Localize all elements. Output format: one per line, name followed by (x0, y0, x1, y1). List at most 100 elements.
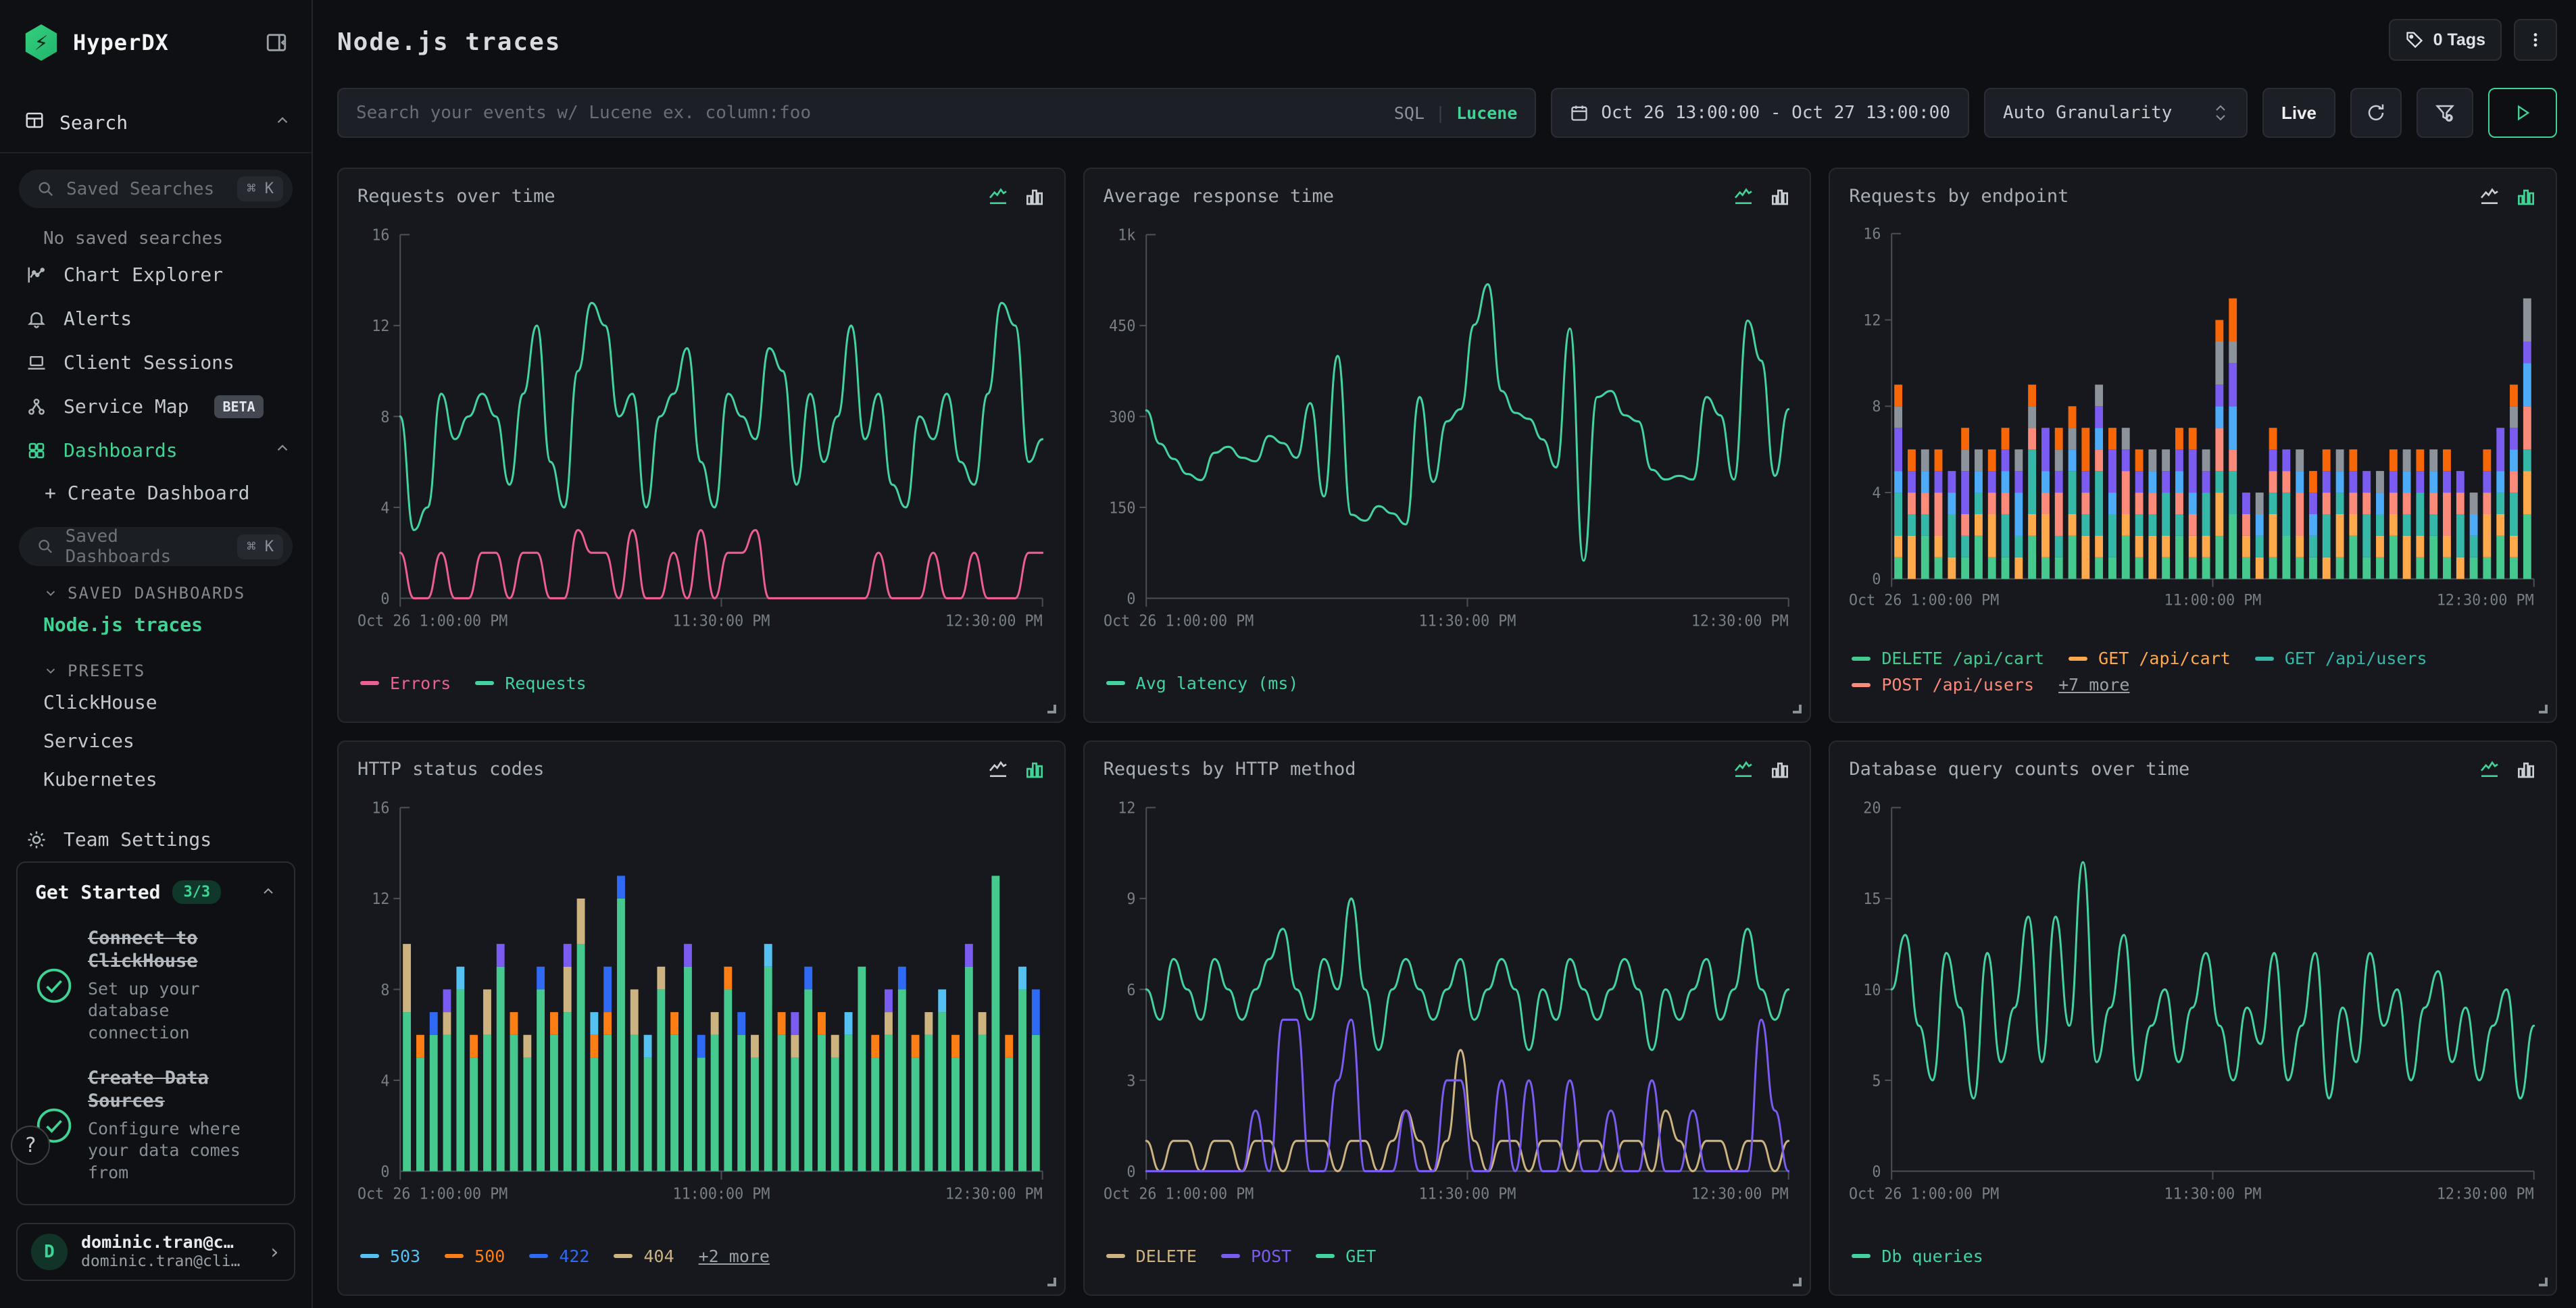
live-button[interactable]: Live (2262, 88, 2335, 138)
event-search-input[interactable]: Search your events w/ Lucene ex. column:… (337, 88, 1536, 138)
saved-searches-input[interactable]: Saved Searches ⌘ K (19, 170, 293, 208)
svg-text:12:30:00 PM: 12:30:00 PM (945, 1185, 1043, 1203)
gear-icon (26, 830, 47, 850)
collapse-sidebar-icon[interactable] (262, 28, 291, 57)
sidebar-item-clickhouse[interactable]: ClickHouse (0, 683, 312, 722)
svg-text:4: 4 (380, 1072, 389, 1090)
chevron-up-icon[interactable] (260, 883, 276, 902)
sidebar-item-service-map[interactable]: Service Map BETA (0, 384, 312, 428)
legend-label: 404 (643, 1247, 674, 1266)
legend-item[interactable]: DELETE /api/cart (1852, 649, 2044, 668)
line-chart-icon[interactable] (2479, 185, 2500, 207)
resize-handle[interactable] (1047, 705, 1056, 713)
refresh-button[interactable] (2350, 88, 2402, 138)
legend-label: Db queries (1881, 1247, 1983, 1266)
run-query-button[interactable] (2488, 88, 2557, 138)
bar-chart-icon[interactable] (2515, 758, 2537, 780)
bar-chart-icon[interactable] (1769, 185, 1791, 207)
line-chart-icon[interactable] (2479, 758, 2500, 780)
svg-text:Oct 26 1:00:00 PM: Oct 26 1:00:00 PM (1104, 612, 1254, 630)
line-chart-icon[interactable] (987, 185, 1009, 207)
svg-text:11:00:00 PM: 11:00:00 PM (673, 1185, 770, 1203)
legend-item[interactable]: GET /api/cart (2069, 649, 2231, 668)
legend-more-link[interactable]: +7 more (2058, 675, 2129, 695)
svg-text:12:30:00 PM: 12:30:00 PM (1691, 1185, 1789, 1203)
granularity-select[interactable]: Auto Granularity (1984, 88, 2248, 138)
chart-title: Requests by endpoint (1849, 186, 2069, 207)
sidebar-item-dashboards[interactable]: Dashboards (0, 428, 312, 472)
resize-handle[interactable] (2539, 705, 2548, 713)
sidebar-item-team-settings[interactable]: Team Settings (0, 818, 312, 861)
sidebar-item-alerts[interactable]: Alerts (0, 297, 312, 341)
svg-text:12:30:00 PM: 12:30:00 PM (945, 612, 1043, 630)
date-range-picker[interactable]: Oct 26 13:00:00 - Oct 27 13:00:00 (1551, 88, 1969, 138)
sidebar-item-search[interactable]: Search (0, 104, 312, 141)
user-menu[interactable]: D dominic.tran@c… dominic.tran@cli… › (16, 1223, 295, 1281)
legend-item[interactable]: 500 (445, 1247, 505, 1266)
legend-item[interactable]: Requests (475, 674, 586, 693)
svg-text:11:30:00 PM: 11:30:00 PM (673, 612, 770, 630)
legend-item[interactable]: DELETE (1106, 1247, 1197, 1266)
help-button[interactable]: ? (11, 1126, 50, 1165)
team-settings-label: Team Settings (64, 828, 212, 851)
legend-item[interactable]: Avg latency (ms) (1106, 674, 1299, 693)
resize-handle[interactable] (2539, 1278, 2548, 1286)
bar-chart-icon[interactable] (1024, 185, 1045, 207)
svg-text:Oct 26 1:00:00 PM: Oct 26 1:00:00 PM (357, 1185, 507, 1203)
chevron-up-icon[interactable] (274, 111, 291, 134)
filter-button[interactable] (2417, 88, 2473, 138)
resize-handle[interactable] (1793, 1278, 1802, 1286)
presets-section-header[interactable]: PRESETS (0, 644, 312, 683)
chevron-up-icon[interactable] (274, 439, 291, 461)
line-chart-icon[interactable] (1733, 758, 1754, 780)
resize-handle[interactable] (1047, 1278, 1056, 1286)
sidebar-item-services[interactable]: Services (0, 722, 312, 760)
laptop-icon (26, 353, 47, 373)
legend-item[interactable]: 503 (360, 1247, 420, 1266)
legend-item[interactable]: POST /api/users (1852, 675, 2034, 695)
dashboards-icon (26, 441, 47, 461)
bar-chart-icon[interactable] (2515, 185, 2537, 207)
resize-handle[interactable] (1793, 705, 1802, 713)
refresh-icon (2366, 103, 2386, 123)
dashboards-label: Dashboards (64, 439, 178, 461)
search-icon (36, 180, 55, 199)
legend-item[interactable]: GET /api/users (2255, 649, 2427, 668)
dashboard-menu-button[interactable] (2514, 19, 2557, 61)
get-started-header[interactable]: Get Started 3/3 (35, 880, 276, 904)
bar-chart-icon[interactable] (1769, 758, 1791, 780)
sidebar-item-client-sessions[interactable]: Client Sessions (0, 341, 312, 384)
sidebar-item-nodejs-traces[interactable]: Node.js traces (0, 605, 312, 644)
legend-item[interactable]: Db queries (1852, 1247, 1983, 1266)
legend-more-link[interactable]: +2 more (699, 1247, 770, 1266)
line-chart-icon[interactable] (987, 758, 1009, 780)
sidebar-item-kubernetes[interactable]: Kubernetes (0, 760, 312, 799)
sidebar: ⚡ HyperDX Search Saved Searches ⌘ K No s… (0, 0, 313, 1308)
bar-chart-icon[interactable] (1024, 758, 1045, 780)
svg-text:11:00:00 PM: 11:00:00 PM (2164, 592, 2262, 609)
legend-item[interactable]: 422 (529, 1247, 589, 1266)
svg-text:12: 12 (372, 318, 389, 336)
legend-item[interactable]: POST (1221, 1247, 1291, 1266)
chart-card-database-query-counts: Database query counts over time 05101520… (1829, 740, 2557, 1296)
legend-item[interactable]: GET (1316, 1247, 1376, 1266)
saved-dashboards-section-header[interactable]: SAVED DASHBOARDS (0, 566, 312, 605)
get-started-item[interactable]: Create Data Sources Configure where your… (35, 1067, 276, 1184)
create-dashboard-button[interactable]: + Create Dashboard (0, 472, 312, 511)
sql-toggle[interactable]: SQL (1394, 103, 1425, 123)
legend-item[interactable]: Errors (360, 674, 451, 693)
chart-card-requests-over-time: Requests over time 0481216Oct 26 1:00:00… (337, 168, 1066, 723)
saved-dashboards-input[interactable]: Saved Dashboards ⌘ K (19, 527, 293, 566)
legend-item[interactable]: 404 (614, 1247, 674, 1266)
play-icon (2513, 103, 2532, 122)
get-started-item[interactable]: Connect to ClickHouse Set up your databa… (35, 927, 276, 1044)
sidebar-item-chart-explorer[interactable]: Chart Explorer (0, 253, 312, 297)
lucene-toggle[interactable]: Lucene (1456, 103, 1517, 123)
legend-label: GET /api/cart (2098, 649, 2231, 668)
line-chart-icon[interactable] (1733, 185, 1754, 207)
legend-swatch (360, 1254, 379, 1258)
divider (0, 152, 312, 153)
main-content: Node.js traces 0 Tags Search your events… (313, 0, 2576, 1308)
legend-swatch (614, 1254, 633, 1258)
tags-button[interactable]: 0 Tags (2389, 19, 2502, 61)
